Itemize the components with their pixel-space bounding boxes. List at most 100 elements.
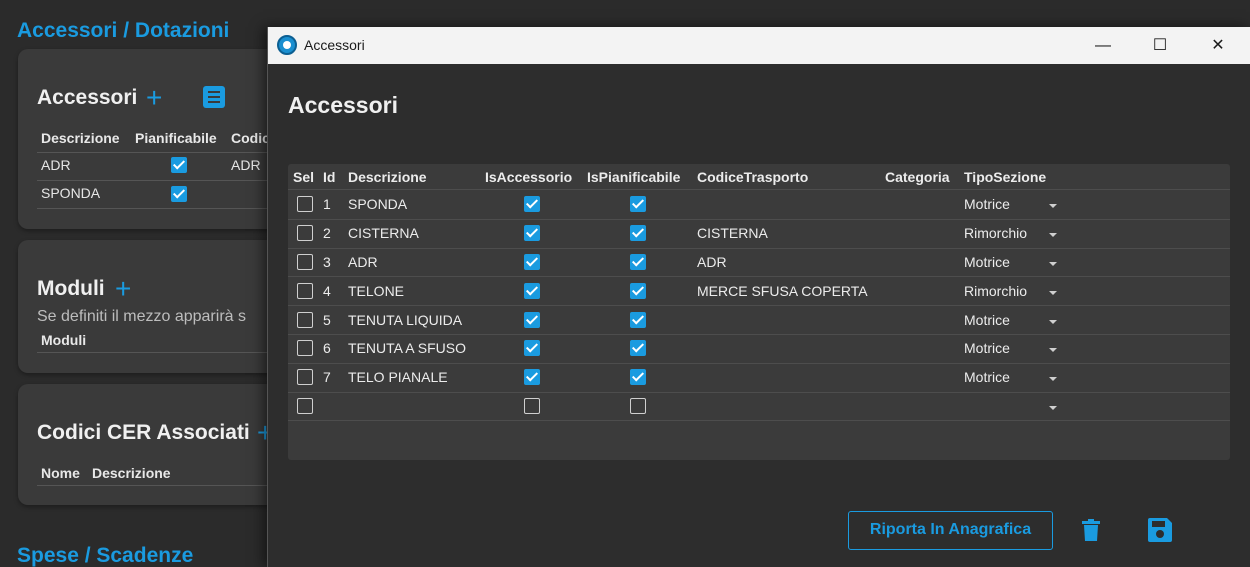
isaccessorio-checkbox[interactable] <box>524 254 540 270</box>
ispianificabile-checkbox[interactable] <box>630 340 646 357</box>
list-icon[interactable] <box>203 86 225 108</box>
minimize-button[interactable]: — <box>1080 27 1126 64</box>
row-select-checkbox[interactable] <box>297 254 313 270</box>
row-codice: ADR <box>231 157 261 173</box>
row-descrizione[interactable]: CISTERNA <box>348 225 419 241</box>
chevron-down-icon[interactable] <box>1049 319 1057 324</box>
trash-icon[interactable] <box>1082 519 1100 541</box>
ispianificabile-checkbox[interactable] <box>630 196 646 213</box>
row-descrizione[interactable]: TELO PIANALE <box>348 369 448 385</box>
row-descrizione[interactable]: ADR <box>348 254 378 270</box>
chevron-down-icon[interactable] <box>1049 233 1057 238</box>
section-title-accessori-dotazioni: Accessori / Dotazioni <box>17 19 230 42</box>
header-descrizione: Descrizione <box>92 465 171 481</box>
column-header-tiposezione[interactable]: TipoSezione <box>964 169 1046 185</box>
row-select-checkbox[interactable] <box>297 311 313 328</box>
grid-divider <box>288 305 1230 307</box>
row-tiposezione[interactable]: Rimorchio <box>964 283 1027 299</box>
row-id: 4 <box>323 282 331 299</box>
row-select-checkbox[interactable] <box>297 225 313 242</box>
save-icon[interactable] <box>1148 518 1172 542</box>
row-select-checkbox[interactable] <box>297 196 313 213</box>
ispianificabile-checkbox[interactable] <box>630 398 646 414</box>
window-title: Accessori <box>304 37 365 53</box>
maximize-button[interactable]: ☐ <box>1137 27 1183 64</box>
ispianificabile-checkbox[interactable] <box>630 225 646 242</box>
grid-divider <box>288 247 1230 249</box>
pianificabile-checkbox[interactable] <box>171 157 187 173</box>
add-modulo-icon[interactable]: + <box>115 275 131 303</box>
close-button[interactable]: ✕ <box>1195 27 1241 64</box>
accessori-dialog: Accessori — ☐ ✕ Accessori Sel Id Descriz… <box>267 27 1250 567</box>
ispianificabile-checkbox[interactable] <box>630 311 646 328</box>
grid-divider <box>288 362 1230 364</box>
row-descrizione[interactable]: SPONDA <box>348 196 407 212</box>
chevron-down-icon[interactable] <box>1049 204 1057 209</box>
row-descrizione: SPONDA <box>41 185 101 201</box>
isaccessorio-checkbox[interactable] <box>524 369 540 386</box>
column-header-categoria[interactable]: Categoria <box>885 169 950 185</box>
row-id: 1 <box>323 196 331 213</box>
column-header-id[interactable]: Id <box>323 169 335 185</box>
chevron-down-icon[interactable] <box>1049 262 1057 266</box>
cer-card-title: Codici CER Associati <box>37 421 250 444</box>
row-id: 3 <box>323 254 331 270</box>
grid-divider <box>288 391 1230 393</box>
column-header-descrizione[interactable]: Descrizione <box>348 169 427 185</box>
grid-divider <box>288 334 1230 335</box>
isaccessorio-checkbox[interactable] <box>524 225 540 242</box>
dialog-title: Accessori <box>288 92 398 118</box>
chevron-down-icon[interactable] <box>1049 406 1057 410</box>
isaccessorio-checkbox[interactable] <box>524 311 540 328</box>
row-descrizione[interactable]: TENUTA LIQUIDA <box>348 312 462 328</box>
chevron-down-icon[interactable] <box>1049 290 1057 295</box>
grid-divider <box>288 189 1230 190</box>
row-select-checkbox[interactable] <box>297 340 313 357</box>
row-id: 2 <box>323 225 331 242</box>
row-codicetrasporto[interactable]: CISTERNA <box>697 225 768 241</box>
grid-divider <box>288 276 1230 278</box>
row-codicetrasporto[interactable]: ADR <box>697 254 727 270</box>
row-select-checkbox[interactable] <box>297 398 313 414</box>
row-tiposezione[interactable]: Motrice <box>964 312 1010 328</box>
header-codice: Codic <box>231 130 270 146</box>
ispianificabile-checkbox[interactable] <box>630 254 646 270</box>
row-descrizione: ADR <box>41 157 71 173</box>
add-accessorio-icon[interactable]: + <box>146 84 162 112</box>
header-descrizione: Descrizione <box>41 130 120 146</box>
row-descrizione[interactable]: TELONE <box>348 283 404 299</box>
row-select-checkbox[interactable] <box>297 369 313 386</box>
pianificabile-checkbox[interactable] <box>171 186 187 202</box>
isaccessorio-checkbox[interactable] <box>524 340 540 357</box>
row-select-checkbox[interactable] <box>297 282 313 299</box>
ispianificabile-checkbox[interactable] <box>630 282 646 299</box>
moduli-note: Se definiti il mezzo apparirà s <box>37 308 246 325</box>
chevron-down-icon[interactable] <box>1049 348 1057 353</box>
column-header-sel[interactable]: Sel <box>293 169 314 185</box>
row-tiposezione[interactable]: Rimorchio <box>964 225 1027 241</box>
row-codicetrasporto[interactable]: MERCE SFUSA COPERTA <box>697 283 868 299</box>
column-header-codicetrasporto[interactable]: CodiceTrasporto <box>697 169 808 185</box>
header-moduli: Moduli <box>41 332 87 348</box>
window-titlebar[interactable]: Accessori — ☐ ✕ <box>268 27 1250 64</box>
chevron-down-icon[interactable] <box>1049 377 1057 382</box>
accessori-card-title: Accessori <box>37 86 138 109</box>
isaccessorio-checkbox[interactable] <box>524 196 540 213</box>
column-header-ispianificabile[interactable]: IsPianificabile <box>587 169 680 185</box>
grid-divider <box>288 218 1230 220</box>
moduli-card-title: Moduli <box>37 277 105 300</box>
section-title-spese-scadenze: Spese / Scadenze <box>17 544 194 567</box>
row-tiposezione[interactable]: Motrice <box>964 340 1010 356</box>
row-descrizione[interactable]: TENUTA A SFUSO <box>348 340 466 356</box>
row-tiposezione[interactable]: Motrice <box>964 254 1010 270</box>
isaccessorio-checkbox[interactable] <box>524 282 540 299</box>
column-header-isaccessorio[interactable]: IsAccessorio <box>485 169 572 185</box>
row-tiposezione[interactable]: Motrice <box>964 196 1010 212</box>
row-tiposezione[interactable]: Motrice <box>964 369 1010 385</box>
header-pianificabile: Pianificabile <box>135 130 217 146</box>
riporta-in-anagrafica-button[interactable]: Riporta In Anagrafica <box>848 511 1053 550</box>
isaccessorio-checkbox[interactable] <box>524 398 540 414</box>
row-id: 5 <box>323 311 331 328</box>
ispianificabile-checkbox[interactable] <box>630 369 646 386</box>
grid-divider <box>288 420 1230 422</box>
